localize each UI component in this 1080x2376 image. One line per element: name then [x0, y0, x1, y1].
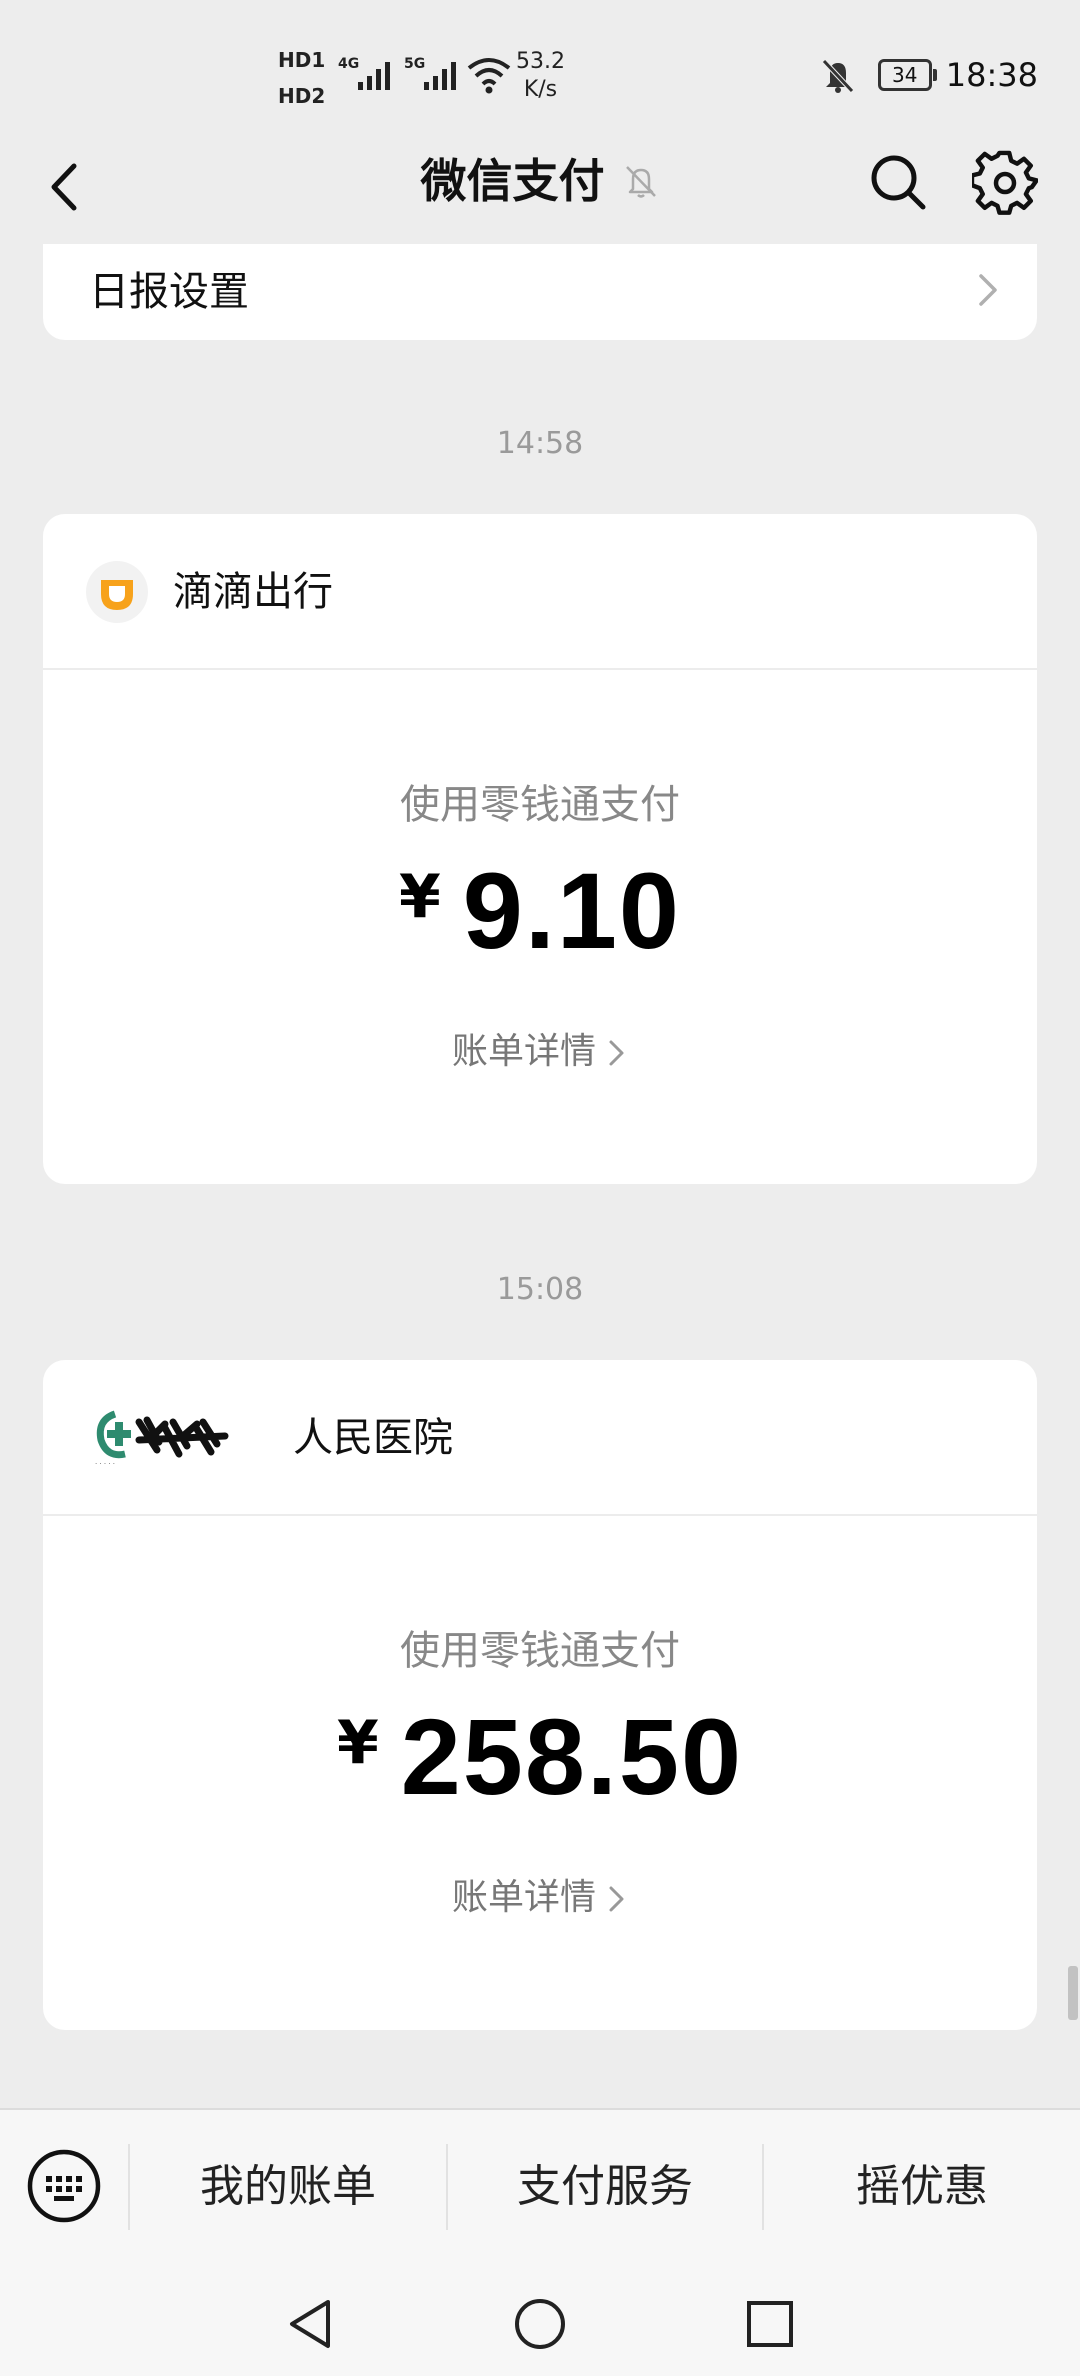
nav-back-button[interactable]: [280, 2294, 340, 2354]
svg-text:5G: 5G: [404, 56, 425, 72]
nav-recents-button[interactable]: [740, 2294, 800, 2354]
didi-logo-icon: [86, 561, 148, 623]
bottom-menu: 我的账单 支付服务 摇优惠: [0, 2108, 1080, 2270]
chevron-right-icon: [609, 1886, 624, 1912]
speed-value: 53.2: [516, 49, 565, 74]
top-navbar: 微信支付: [0, 130, 1080, 245]
nav-home-button[interactable]: [510, 2294, 570, 2354]
hd-indicator: HD1 HD2: [278, 42, 325, 114]
menu-payment-services[interactable]: 支付服务: [448, 2150, 762, 2224]
wifi-icon: [467, 58, 511, 94]
hd1-label: HD1: [278, 48, 326, 72]
currency-symbol: ¥: [336, 1708, 379, 1778]
menu-my-bills[interactable]: 我的账单: [130, 2150, 446, 2224]
hd2-label: HD2: [278, 84, 326, 108]
battery-indicator: 34: [877, 59, 937, 91]
clock: 18:38: [945, 56, 1038, 94]
bill-details-link[interactable]: 账单详情: [43, 1022, 1037, 1074]
amount-value: 9.10: [462, 850, 681, 971]
menu-shake-discounts[interactable]: 摇优惠: [764, 2150, 1080, 2224]
system-nav-bar: [0, 2268, 1080, 2376]
payment-method: 使用零钱通支付: [400, 1628, 680, 1674]
chevron-right-icon: [609, 1040, 624, 1066]
settings-button[interactable]: [972, 150, 1038, 216]
bell-off-icon: [625, 166, 656, 198]
currency-symbol: ¥: [399, 862, 441, 932]
notification-off-icon: [821, 59, 854, 93]
page-title: 微信支付: [420, 154, 605, 208]
status-right: 34 18:38: [818, 50, 1038, 100]
message-timestamp: 14:58: [496, 426, 584, 461]
payment-card-header: · · · · · 人民医院: [43, 1360, 1037, 1516]
chevron-right-icon: [979, 274, 997, 306]
payment-method: 使用零钱通支付: [400, 782, 680, 828]
payment-amount: ¥258.50: [43, 1694, 1037, 1819]
amount-value: 258.50: [400, 1696, 744, 1817]
merchant-name: 人民医院: [293, 1415, 453, 1461]
payment-card-hospital[interactable]: · · · · · 人民医院 使用零钱通支付 ¥258.50 账单详情: [43, 1360, 1037, 2030]
keyboard-toggle-button[interactable]: [26, 2148, 102, 2224]
search-button[interactable]: [866, 150, 930, 214]
daily-report-settings[interactable]: 日报设置: [43, 244, 1037, 340]
speed-unit: K/s: [523, 77, 558, 102]
payment-card-didi[interactable]: 滴滴出行 使用零钱通支付 ¥9.10 账单详情: [43, 514, 1037, 1184]
svg-text:· · · · ·: · · · · ·: [95, 1460, 115, 1468]
merchant-name: 滴滴出行: [173, 569, 333, 615]
bill-details-link[interactable]: 账单详情: [43, 1868, 1037, 1920]
payment-amount: ¥9.10: [43, 848, 1037, 973]
status-bar: HD1 HD2 4G 5G 53.2 K/s 34 18:38: [0, 0, 1080, 130]
signal-4g-icon: 4G: [338, 56, 390, 90]
signal-5g-icon: 5G: [404, 56, 456, 90]
svg-text:4G: 4G: [338, 56, 359, 72]
message-timestamp: 15:08: [496, 1272, 584, 1307]
bill-details-label: 账单详情: [451, 1877, 596, 1918]
hospital-logo-icon: · · · · ·: [95, 1410, 229, 1468]
daily-report-label: 日报设置: [89, 269, 249, 315]
scrollbar-thumb[interactable]: [1068, 1966, 1078, 2020]
payment-card-header: 滴滴出行: [43, 514, 1037, 670]
bill-details-label: 账单详情: [451, 1031, 596, 1072]
network-speed: 53.2 K/s: [516, 48, 565, 104]
